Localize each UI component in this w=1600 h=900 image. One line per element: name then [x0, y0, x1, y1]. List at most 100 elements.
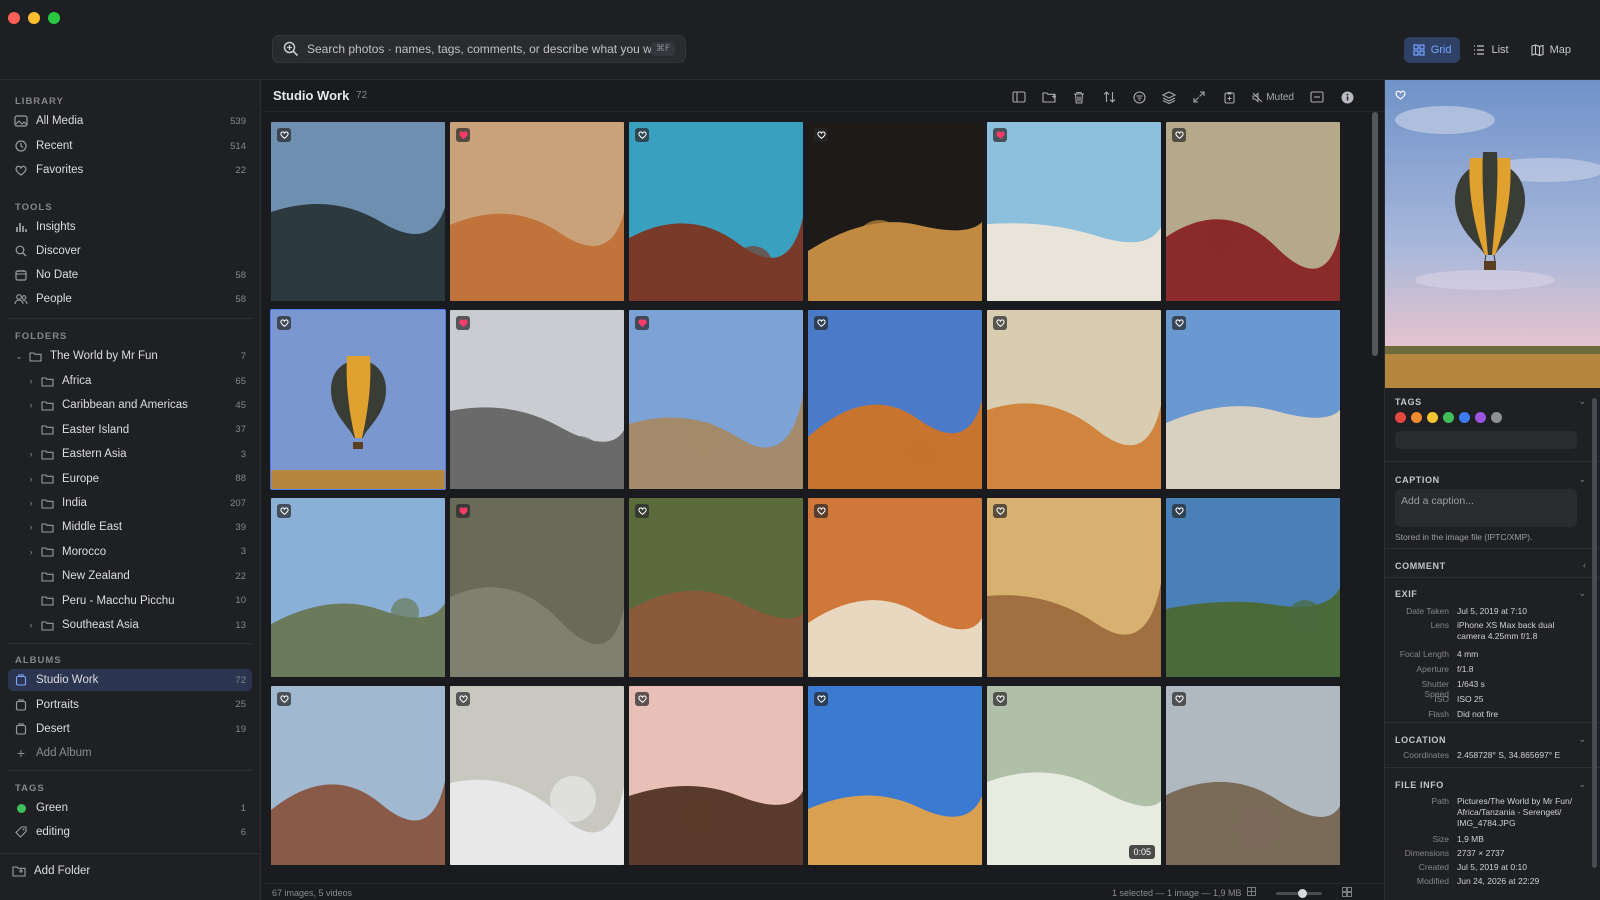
chevron-left-icon[interactable]: ‹ [1583, 560, 1586, 570]
caption-field[interactable]: Add a caption... [1395, 489, 1577, 527]
photo-thumbnail[interactable] [629, 122, 803, 301]
sort-button[interactable] [1094, 86, 1124, 108]
chevron-down-icon[interactable]: ⌄ [1578, 734, 1586, 745]
list-view-button[interactable]: List [1464, 37, 1517, 63]
photo-thumbnail[interactable] [808, 122, 982, 301]
sidebar-item-insights[interactable]: Insights [8, 216, 252, 238]
sidebar-folder-item[interactable]: › Morocco 3 [8, 541, 252, 563]
thumbnail-size-slider[interactable] [1276, 889, 1322, 898]
filter-button[interactable] [1124, 86, 1154, 108]
preview-favorite-button[interactable] [1393, 88, 1407, 102]
sidebar-folder-item[interactable]: › Africa 65 [8, 370, 252, 392]
sidebar-folder-item[interactable]: › Caribbean and Americas 45 [8, 394, 252, 416]
tag-color-swatch[interactable] [1475, 412, 1486, 423]
photo-thumbnail[interactable] [270, 309, 446, 490]
chevron-right-icon[interactable]: › [25, 522, 37, 532]
add-folder-button[interactable]: Add Folder [6, 860, 250, 882]
favorite-toggle[interactable] [456, 128, 470, 142]
add-album-button[interactable]: + Add Album [8, 742, 252, 764]
tag-input[interactable] [1395, 431, 1577, 449]
clipboard-button[interactable] [1214, 86, 1244, 108]
photo-thumbnail[interactable] [987, 498, 1161, 677]
photo-thumbnail[interactable] [808, 498, 982, 677]
small-grid-icon[interactable] [1247, 887, 1256, 898]
favorite-toggle[interactable] [1172, 316, 1186, 330]
toggle-sidebar-button[interactable] [1004, 86, 1034, 108]
favorite-toggle[interactable] [814, 692, 828, 706]
favorite-toggle[interactable] [635, 692, 649, 706]
photo-thumbnail[interactable] [1166, 498, 1340, 677]
photo-thumbnail[interactable] [1166, 310, 1340, 489]
inspector-scrollbar[interactable] [1592, 398, 1597, 868]
sidebar-folder-item[interactable]: › Europe 88 [8, 468, 252, 490]
slider-knob[interactable] [1298, 889, 1307, 898]
photo-thumbnail[interactable] [1166, 122, 1340, 301]
sidebar-album-item[interactable]: Studio Work 72 [8, 669, 252, 691]
favorite-toggle[interactable] [814, 128, 828, 142]
favorite-toggle[interactable] [993, 128, 1007, 142]
photo-thumbnail[interactable] [450, 498, 624, 677]
sidebar-item-discover[interactable]: Discover [8, 240, 252, 262]
tag-color-swatch[interactable] [1395, 412, 1406, 423]
minimize-window-button[interactable] [28, 12, 40, 24]
favorite-toggle[interactable] [277, 504, 291, 518]
sidebar-folder-item[interactable]: › Middle East 39 [8, 516, 252, 538]
favorite-toggle[interactable] [635, 128, 649, 142]
tag-color-swatch[interactable] [1443, 412, 1454, 423]
chevron-right-icon[interactable]: › [25, 400, 37, 410]
sidebar-item-all-media[interactable]: All Media 539 [8, 110, 252, 132]
favorite-toggle[interactable] [277, 316, 291, 330]
photo-thumbnail[interactable] [271, 686, 445, 865]
zoom-window-button[interactable] [48, 12, 60, 24]
new-folder-button[interactable] [1034, 86, 1064, 108]
favorite-toggle[interactable] [277, 692, 291, 706]
chevron-right-icon[interactable]: › [25, 547, 37, 557]
favorite-toggle[interactable] [993, 316, 1007, 330]
photo-thumbnail[interactable] [987, 122, 1161, 301]
chevron-right-icon[interactable]: › [25, 376, 37, 386]
close-window-button[interactable] [8, 12, 20, 24]
tag-color-swatch[interactable] [1411, 412, 1422, 423]
sidebar-folder-item[interactable]: New Zealand 22 [8, 565, 252, 587]
photo-thumbnail[interactable] [808, 310, 982, 489]
toggle-inspector-button[interactable] [1302, 86, 1332, 108]
favorite-toggle[interactable] [993, 504, 1007, 518]
favorite-toggle[interactable] [814, 316, 828, 330]
photo-thumbnail[interactable] [629, 310, 803, 489]
favorite-toggle[interactable] [993, 692, 1007, 706]
photo-preview[interactable] [1385, 80, 1600, 388]
chevron-down-icon[interactable]: ⌄ [1578, 779, 1586, 790]
tag-color-swatch[interactable] [1459, 412, 1470, 423]
favorite-toggle[interactable] [456, 504, 470, 518]
favorite-toggle[interactable] [1172, 128, 1186, 142]
photo-thumbnail[interactable] [271, 122, 445, 301]
tag-color-swatch[interactable] [1427, 412, 1438, 423]
photo-thumbnail[interactable] [1166, 686, 1340, 865]
sidebar-album-item[interactable]: Portraits 25 [8, 694, 252, 716]
favorite-toggle[interactable] [277, 128, 291, 142]
sidebar-folder-item[interactable]: Peru - Macchu Picchu 10 [8, 590, 252, 612]
chevron-down-icon[interactable]: ⌄ [1578, 474, 1586, 485]
chevron-down-icon[interactable]: ⌄ [13, 351, 25, 362]
grid-view-button[interactable]: Grid [1403, 37, 1461, 63]
photo-thumbnail[interactable] [450, 310, 624, 489]
chevron-down-icon[interactable]: ⌄ [1578, 396, 1586, 407]
favorite-toggle[interactable] [456, 316, 470, 330]
sidebar-album-item[interactable]: Desert 19 [8, 718, 252, 740]
sidebar-tag-green[interactable]: Green 1 [8, 797, 252, 819]
sidebar-folder-item[interactable]: › India 207 [8, 492, 252, 514]
info-button[interactable] [1332, 86, 1362, 108]
map-view-button[interactable]: Map [1522, 37, 1580, 63]
photo-thumbnail[interactable] [987, 310, 1161, 489]
mute-toggle[interactable]: Muted [1244, 86, 1302, 108]
chevron-down-icon[interactable]: ⌄ [1578, 588, 1586, 599]
sidebar-item-no-date[interactable]: No Date 58 [8, 264, 252, 286]
favorite-toggle[interactable] [456, 692, 470, 706]
photo-thumbnail[interactable] [450, 122, 624, 301]
sidebar-item-favorites[interactable]: Favorites 22 [8, 159, 252, 181]
sidebar-folder-item[interactable]: › Southeast Asia 13 [8, 614, 252, 636]
photo-thumbnail[interactable] [808, 686, 982, 865]
photo-thumbnail[interactable] [629, 686, 803, 865]
favorite-toggle[interactable] [635, 316, 649, 330]
delete-button[interactable] [1064, 86, 1094, 108]
